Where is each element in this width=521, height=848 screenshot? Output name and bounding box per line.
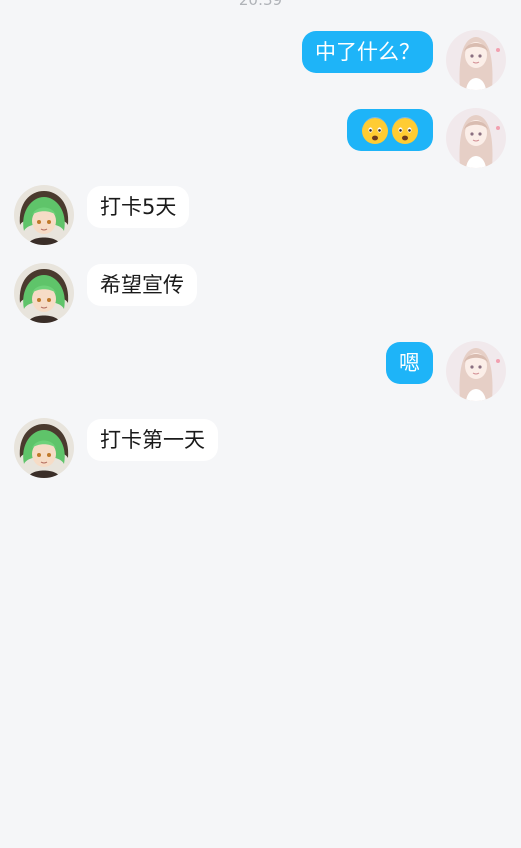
chat-timestamp: 20:39 (238, 0, 283, 9)
message-row: 希望宣传 (0, 263, 521, 323)
message-row: 嗯 (0, 341, 521, 401)
contact-avatar[interactable] (14, 185, 74, 245)
message-row: 打卡5天 (0, 185, 521, 245)
message-bubble-self[interactable]: 中了什么？ (302, 31, 433, 73)
message-bubble-other[interactable]: 打卡第一天 (87, 419, 218, 461)
contact-avatar[interactable] (14, 418, 74, 478)
message-bubble-other[interactable]: 希望宣传 (87, 264, 197, 306)
self-avatar[interactable] (446, 108, 506, 168)
message-row: 打卡第一天 (0, 418, 521, 478)
self-avatar[interactable] (446, 30, 506, 90)
message-bubble-self[interactable] (347, 109, 433, 151)
message-bubble-self[interactable]: 嗯 (386, 342, 433, 384)
anxious-face-icon (361, 117, 389, 145)
message-bubble-other[interactable]: 打卡5天 (87, 186, 190, 228)
anxious-face-icon (391, 117, 419, 145)
self-avatar[interactable] (446, 341, 506, 401)
message-row (0, 108, 521, 168)
contact-avatar[interactable] (14, 263, 74, 323)
message-row: 中了什么？ (0, 30, 521, 90)
